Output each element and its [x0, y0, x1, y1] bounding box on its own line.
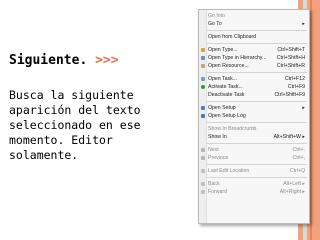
menu-item-label: Open Type...: [208, 47, 238, 53]
last-edit-icon: [201, 168, 205, 173]
type-icon: [201, 47, 205, 52]
menu-item-label: Open Type in Hierarchy...: [208, 55, 267, 61]
slide-heading: Siguiente. >>>: [9, 53, 119, 68]
menu-item-deactivate-task[interactable]: Deactivate Task Ctrl+Shift+F9: [199, 91, 309, 99]
slide-description: Busca la siguiente aparición del texto s…: [9, 88, 159, 163]
description-line: momento. Editor: [9, 133, 113, 147]
menu-item-shortcut: Alt+Left ▸: [283, 181, 305, 187]
menu-item-open-resource[interactable]: Open Resource... Ctrl+Shift+R: [199, 62, 309, 70]
menu-item-open-from-clipboard[interactable]: Open from Clipboard: [199, 33, 309, 41]
menu-separator: [207, 177, 307, 178]
menu-item-open-type-hierarchy[interactable]: Open Type in Hierarchy... Ctrl+Shift+H: [199, 54, 309, 62]
accent-stripe-dark: [310, 0, 312, 240]
menu-item-shortcut: Ctrl+Shift+R: [276, 63, 305, 69]
menu-item-shortcut: Alt+Right ▸: [279, 189, 305, 195]
forward-arrow-icon: [201, 189, 205, 194]
menu-item-show-in[interactable]: Show In Alt+Shift+W ▸: [199, 133, 309, 141]
menu-separator: [207, 143, 307, 144]
menu-item-label: Open from Clipboard: [208, 34, 257, 40]
description-line: solamente.: [9, 148, 79, 162]
menu-item-shortcut: Ctrl+Shift+T: [277, 47, 305, 53]
menu-item-activate-task[interactable]: Activate Task... Ctrl+F9: [199, 83, 309, 91]
menu-item-label: Previous: [208, 155, 229, 161]
menu-separator: [207, 30, 307, 31]
menu-item-label: Forward: [208, 189, 228, 195]
menu-item-shortcut: Alt+Shift+W ▸: [273, 134, 305, 140]
menu-item-label: Go To: [208, 21, 222, 27]
menu-item-label: Open Resource...: [208, 63, 249, 69]
menu-item-label: Next: [208, 147, 219, 153]
menu-item-back[interactable]: Back Alt+Left ▸: [199, 180, 309, 188]
menu-item-shortcut: Ctrl+,: [292, 155, 305, 161]
heading-text: Siguiente.: [9, 53, 88, 68]
next-arrow-icon: [201, 147, 205, 152]
menu-item-open-setup[interactable]: Open Setup ▸: [199, 104, 309, 112]
menu-item-open-task[interactable]: Open Task... Ctrl+F12: [199, 75, 309, 83]
submenu-arrow-icon: ▸: [302, 21, 305, 27]
menu-item-label: Last Edit Location: [208, 168, 250, 174]
task-icon: [201, 76, 205, 81]
submenu-arrow-icon: ▸: [302, 105, 305, 111]
navigate-context-menu: Go Into Go To ▸ Open from Clipboard Open…: [198, 9, 310, 224]
menu-item-shortcut: Ctrl+Shift+H: [276, 55, 305, 61]
menu-item-label: Go Into: [208, 13, 226, 19]
description-line: seleccionado en ese: [9, 118, 141, 132]
menu-item-shortcut: Ctrl+.: [292, 147, 305, 153]
menu-item-go-into[interactable]: Go Into: [199, 12, 309, 20]
menu-item-open-type[interactable]: Open Type... Ctrl+Shift+T: [199, 46, 309, 54]
menu-item-forward[interactable]: Forward Alt+Right ▸: [199, 188, 309, 196]
menu-item-previous[interactable]: Previous Ctrl+,: [199, 154, 309, 162]
menu-item-next[interactable]: Next Ctrl+.: [199, 146, 309, 154]
activate-task-icon: [201, 84, 205, 89]
menu-separator: [207, 72, 307, 73]
description-line: Busca la siguiente: [9, 88, 134, 102]
description-line: aparición del texto: [9, 103, 141, 117]
previous-arrow-icon: [201, 155, 205, 160]
menu-separator: [207, 164, 307, 165]
menu-item-show-in-breadcrumb[interactable]: Show In Breadcrumb: [199, 125, 309, 133]
menu-item-label: Open Setup Log: [208, 113, 246, 119]
menu-item-go-to[interactable]: Go To ▸: [199, 20, 309, 28]
menu-separator: [207, 43, 307, 44]
menu-item-shortcut: Ctrl+Q: [289, 168, 305, 174]
menu-item-label: Open Setup: [208, 105, 236, 111]
menu-separator: [207, 122, 307, 123]
heading-arrows: >>>: [95, 53, 119, 68]
resource-icon: [201, 63, 205, 68]
setup-icon: [201, 105, 205, 110]
menu-item-open-setup-log[interactable]: Open Setup Log: [199, 112, 309, 120]
setup-log-icon: [201, 113, 205, 118]
menu-separator: [207, 101, 307, 102]
menu-item-label: Open Task...: [208, 76, 238, 82]
menu-item-label: Show In: [208, 134, 227, 140]
back-arrow-icon: [201, 181, 205, 186]
menu-item-shortcut: Ctrl+F12: [284, 76, 305, 82]
menu-item-label: Activate Task...: [208, 84, 243, 90]
menu-item-shortcut: Ctrl+Shift+F9: [274, 92, 305, 98]
menu-item-label: Back: [208, 181, 220, 187]
menu-item-shortcut: Ctrl+F9: [287, 84, 305, 90]
hierarchy-icon: [201, 55, 205, 60]
menu-item-label: Deactivate Task: [208, 92, 245, 98]
menu-item-label: Show In Breadcrumb: [208, 126, 257, 132]
menu-item-last-edit-location[interactable]: Last Edit Location Ctrl+Q: [199, 167, 309, 175]
